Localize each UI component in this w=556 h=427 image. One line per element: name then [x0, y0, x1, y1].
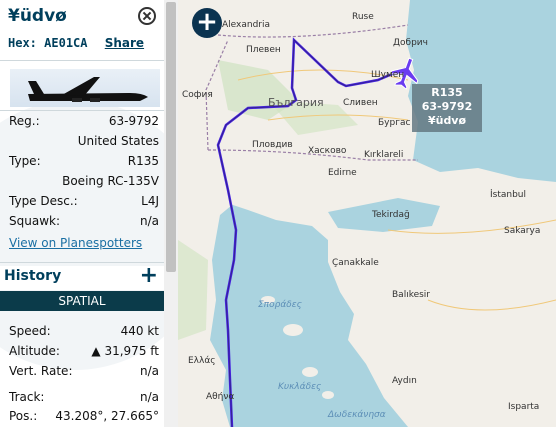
field-altitude: Altitude: ▲ 31,975 ft [9, 344, 159, 362]
field-value: R135 [127, 154, 159, 168]
field-type-desc: Type Desc.: L4J [9, 194, 159, 212]
field-vert-rate: Vert. Rate: n/a [9, 364, 159, 382]
field-label: Reg.: [9, 114, 40, 128]
road [427, 299, 556, 311]
map-label: Balıkesir [392, 290, 431, 300]
map-label: Хасково [308, 146, 347, 156]
aircraft-title: ¥üdvø [8, 6, 67, 26]
field-label: Type Desc.: [9, 194, 78, 208]
field-label: Squawk: [9, 214, 60, 228]
map-label: Alexandria [222, 20, 271, 30]
island [302, 367, 318, 377]
field-speed: Speed: 440 kt [9, 324, 159, 342]
map-label: Κυκλάδες [278, 382, 322, 392]
aircraft-silhouette-icon [28, 77, 148, 102]
field-value: 63-9792 [108, 114, 159, 128]
map-label: İstanbul [490, 190, 527, 200]
hex-label: Hex: [8, 36, 37, 50]
field-label: Altitude: [9, 344, 60, 358]
aircraft-panel: ¥üdvø Hex: AE01CA Share Reg.: 63-9792 Un… [0, 0, 164, 427]
field-country: United States [9, 134, 159, 152]
field-label: Track: [9, 390, 45, 404]
island [322, 391, 334, 399]
history-header[interactable]: History + [0, 263, 164, 290]
island [283, 324, 303, 336]
field-value: n/a [139, 214, 159, 228]
field-track: Track: n/a [9, 390, 159, 408]
map-label: Sakarya [504, 226, 541, 236]
map-label: Ruse [352, 12, 374, 22]
spatial-section-header: SPATIAL [0, 291, 164, 311]
field-value: United States [77, 134, 159, 148]
callout-type: R135 [431, 86, 463, 99]
planespotters-link[interactable]: View on Planespotters [9, 236, 142, 250]
expand-plus-icon[interactable]: + [140, 263, 158, 288]
map-label: Пловдив [252, 140, 293, 150]
map-label: Edirne [328, 168, 357, 178]
field-label: Speed: [9, 324, 51, 338]
map-label: Бургас [378, 118, 411, 128]
field-value: n/a [139, 390, 159, 404]
zoom-in-button[interactable]: + [192, 8, 222, 38]
panel-scrollbar[interactable] [164, 0, 178, 427]
callout-callsign: ¥üdvø [427, 114, 467, 127]
field-value: L4J [141, 194, 159, 208]
map-canvas [178, 0, 556, 427]
close-icon[interactable] [138, 7, 156, 25]
field-squawk: Squawk: n/a [9, 214, 159, 232]
map-label: Kırklareli [364, 150, 404, 160]
aircraft-photo[interactable] [10, 69, 160, 107]
map-label: Δωδεκάνησα [328, 410, 386, 420]
scrollbar-thumb[interactable] [166, 2, 176, 272]
field-value: Boeing RC-135V [62, 174, 159, 188]
field-value: n/a [139, 364, 159, 378]
field-value: 43.208°, 27.665° [55, 409, 159, 423]
divider [0, 60, 164, 61]
field-position: Pos.: 43.208°, 27.665° [9, 409, 159, 427]
field-value: 440 kt [120, 324, 159, 338]
field-label: Vert. Rate: [9, 364, 73, 378]
field-model: Boeing RC-135V [9, 174, 159, 192]
field-value: ▲ 31,975 ft [91, 344, 159, 358]
map-label: Çanakkale [332, 258, 379, 268]
hex-row: Hex: AE01CA Share [8, 36, 144, 50]
hex-code: AE01CA [44, 36, 88, 50]
map-label: Шумен [371, 70, 405, 80]
field-label: Type: [9, 154, 41, 168]
history-title: History [4, 268, 62, 284]
callout-registration: 63-9792 [421, 100, 473, 113]
field-registration: Reg.: 63-9792 [9, 114, 159, 132]
map-label: Добрич [393, 38, 428, 48]
map-label: Aydın [392, 376, 417, 386]
map-label: България [268, 96, 324, 109]
map-label: Tekirdağ [372, 210, 410, 220]
map-label: Αθήνα [206, 392, 235, 402]
field-label: Pos.: [9, 409, 38, 423]
divider [0, 110, 164, 111]
map-label: Ελλάς [188, 356, 216, 366]
field-type: Type: R135 [9, 154, 159, 172]
map-label: София [182, 90, 213, 100]
map-label: Σποράδες [258, 300, 302, 310]
map-label: Плевен [246, 45, 281, 55]
share-link[interactable]: Share [105, 36, 144, 50]
map-view[interactable]: + R135 63-9792 ¥üdvø Alexandria Ruse Доб… [178, 0, 556, 427]
map-label: Сливен [343, 98, 378, 108]
map-label: Isparta [508, 402, 540, 412]
aircraft-callout[interactable]: R135 63-9792 ¥üdvø [412, 84, 482, 132]
